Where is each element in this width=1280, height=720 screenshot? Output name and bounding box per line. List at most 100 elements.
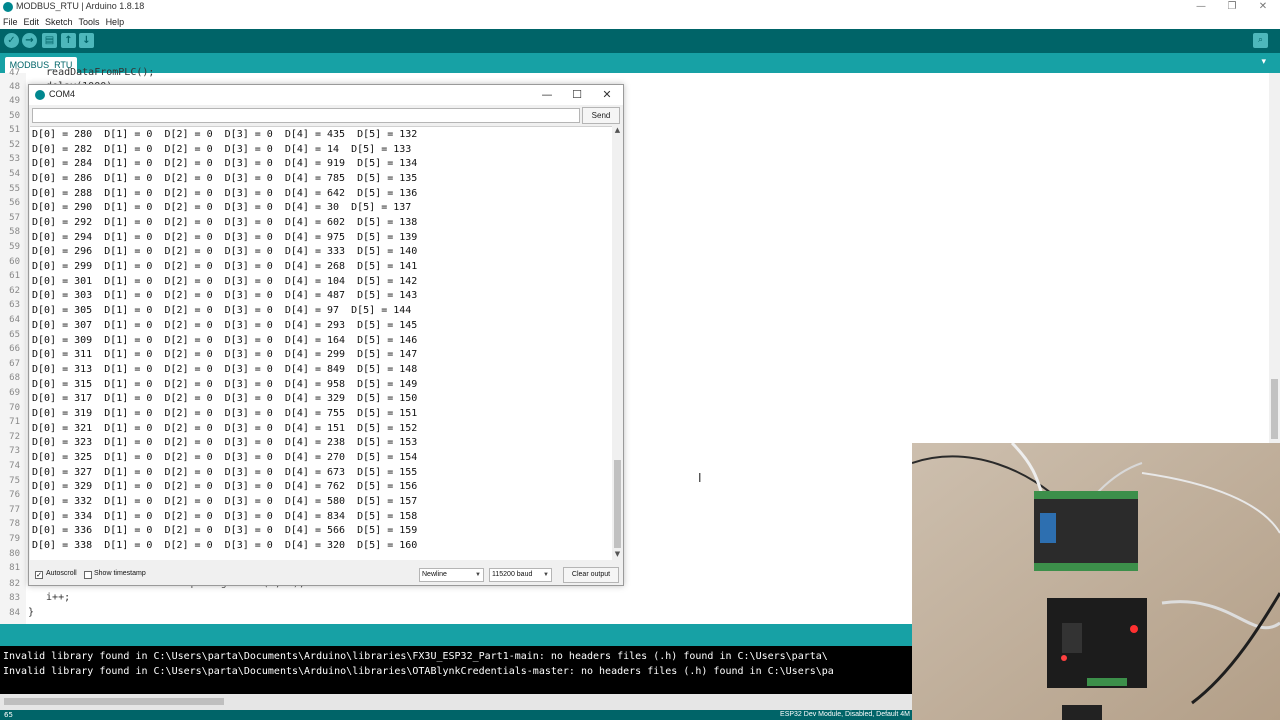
line-number: 60: [9, 256, 20, 267]
serial-monitor-icon[interactable]: ⌕: [1253, 33, 1268, 48]
line-number: 74: [9, 461, 20, 471]
console-line: Invalid library found in C:\Users\parta\…: [3, 651, 828, 662]
serial-output-row: D[0] = 294 D[1] = 0 D[2] = 0 D[3] = 0 D[…: [32, 231, 418, 243]
clear-output-button[interactable]: Clear output: [563, 567, 619, 583]
line-number: 83: [9, 593, 20, 603]
serial-output-row: D[0] = 319 D[1] = 0 D[2] = 0 D[3] = 0 D[…: [32, 407, 418, 419]
serial-output-row: D[0] = 280 D[1] = 0 D[2] = 0 D[3] = 0 D[…: [32, 129, 418, 140]
serial-output-row: D[0] = 290 D[1] = 0 D[2] = 0 D[3] = 0 D[…: [32, 202, 412, 214]
line-number: 67: [9, 358, 20, 369]
autoscroll-checkbox[interactable]: ✓: [35, 571, 43, 579]
serial-output[interactable]: D[0] = 280 D[1] = 0 D[2] = 0 D[3] = 0 D[…: [30, 126, 612, 560]
send-button[interactable]: Send: [582, 107, 620, 124]
verify-button[interactable]: ✓: [4, 33, 19, 48]
line-number: 69: [9, 388, 20, 398]
serial-output-row: D[0] = 284 D[1] = 0 D[2] = 0 D[3] = 0 D[…: [32, 158, 418, 170]
serial-monitor-titlebar[interactable]: COM4 — ☐ ✕: [29, 85, 623, 105]
serial-output-row: D[0] = 313 D[1] = 0 D[2] = 0 D[3] = 0 D[…: [32, 363, 418, 375]
open-sketch-button[interactable]: ↑: [61, 33, 76, 48]
show-timestamp-label: Show timestamp: [94, 570, 146, 577]
line-number: 48: [9, 82, 20, 92]
upload-button[interactable]: →: [22, 33, 37, 48]
restore-button[interactable]: ❐: [1217, 0, 1247, 14]
line-number: 65: [9, 329, 20, 340]
serial-output-row: D[0] = 317 D[1] = 0 D[2] = 0 D[3] = 0 D[…: [32, 393, 418, 405]
serial-output-row: D[0] = 336 D[1] = 0 D[2] = 0 D[3] = 0 D[…: [32, 525, 418, 537]
serial-output-row: D[0] = 299 D[1] = 0 D[2] = 0 D[3] = 0 D[…: [32, 261, 418, 273]
line-number: 54: [9, 169, 20, 179]
line-number: 47: [9, 68, 20, 78]
serial-output-row: D[0] = 325 D[1] = 0 D[2] = 0 D[3] = 0 D[…: [32, 451, 418, 463]
line-number: 75: [9, 475, 20, 486]
serial-minimize-button[interactable]: —: [535, 87, 559, 103]
line-number: 53: [9, 154, 20, 165]
close-button[interactable]: ✕: [1248, 0, 1278, 14]
new-sketch-button[interactable]: ▤: [42, 33, 57, 48]
status-board-info: ESP32 Dev Module, Disabled, Default 4M: [780, 711, 910, 718]
window-titlebar: MODBUS_RTU | Arduino 1.8.18 — ❐ ✕: [0, 0, 1280, 15]
serial-output-row: D[0] = 334 D[1] = 0 D[2] = 0 D[3] = 0 D[…: [32, 510, 418, 522]
toolbar: ✓ → ▤ ↑ ↓ ⌕: [0, 29, 1280, 53]
line-number: 59: [9, 242, 20, 252]
line-number: 66: [9, 344, 20, 355]
serial-scroll-thumb[interactable]: [614, 460, 621, 548]
line-number: 57: [9, 212, 20, 223]
editor-scroll-thumb[interactable]: [1271, 379, 1278, 439]
window-title: MODBUS_RTU | Arduino 1.8.18: [16, 1, 145, 11]
line-number: 71: [9, 417, 20, 428]
checkmark-icon: ✓: [36, 571, 42, 579]
console-line: Invalid library found in C:\Users\parta\…: [3, 666, 834, 677]
serial-maximize-button[interactable]: ☐: [565, 87, 589, 103]
serial-output-row: D[0] = 332 D[1] = 0 D[2] = 0 D[3] = 0 D[…: [32, 496, 418, 507]
serial-output-row: D[0] = 296 D[1] = 0 D[2] = 0 D[3] = 0 D[…: [32, 246, 418, 258]
line-number: 62: [9, 285, 20, 296]
menu-file[interactable]: File: [0, 15, 21, 29]
scroll-down-arrow-icon[interactable]: ▼: [612, 550, 623, 560]
serial-output-row: D[0] = 282 D[1] = 0 D[2] = 0 D[3] = 0 D[…: [32, 143, 412, 155]
serial-input[interactable]: [32, 108, 580, 123]
scroll-up-arrow-icon[interactable]: ▲: [612, 126, 623, 136]
code-line: }: [28, 607, 35, 618]
line-number: 81: [9, 563, 20, 574]
line-number: 50: [9, 110, 20, 121]
line-number: 79: [9, 534, 20, 544]
menu-sketch[interactable]: Sketch: [42, 15, 76, 29]
serial-monitor-footer: ✓ Autoscroll Show timestamp Newline ▼ 11…: [29, 564, 623, 586]
line-ending-value: Newline: [422, 571, 447, 578]
code-line: readDataFromPLC();: [34, 67, 155, 78]
serial-output-row: D[0] = 292 D[1] = 0 D[2] = 0 D[3] = 0 D[…: [32, 217, 418, 229]
line-number: 55: [9, 183, 20, 194]
minimize-button[interactable]: —: [1186, 0, 1216, 14]
baud-rate-select[interactable]: 115200 baud ▼: [489, 568, 552, 582]
line-number: 64: [9, 315, 20, 325]
serial-output-row: D[0] = 323 D[1] = 0 D[2] = 0 D[3] = 0 D[…: [32, 437, 418, 449]
console-scroll-thumb[interactable]: [4, 698, 224, 705]
text-cursor-icon: I: [698, 471, 702, 485]
serial-close-button[interactable]: ✕: [595, 87, 619, 103]
show-timestamp-checkbox[interactable]: [84, 571, 92, 579]
serial-monitor-title: COM4: [49, 89, 76, 99]
line-number: 63: [9, 300, 20, 311]
baud-rate-value: 115200 baud: [492, 571, 533, 578]
line-number: 68: [9, 373, 20, 384]
serial-output-row: D[0] = 315 D[1] = 0 D[2] = 0 D[3] = 0 D[…: [32, 378, 418, 390]
line-number: 51: [9, 125, 20, 136]
save-sketch-button[interactable]: ↓: [79, 33, 94, 48]
autoscroll-label: Autoscroll: [46, 570, 77, 577]
serial-output-row: D[0] = 329 D[1] = 0 D[2] = 0 D[3] = 0 D[…: [32, 481, 418, 493]
line-number: 80: [9, 548, 20, 559]
serial-output-scrollbar[interactable]: ▲ ▼: [612, 126, 623, 560]
tab-menu-icon[interactable]: ▾: [1261, 57, 1266, 67]
menu-tools[interactable]: Tools: [76, 15, 103, 29]
serial-output-row: D[0] = 338 D[1] = 0 D[2] = 0 D[3] = 0 D[…: [32, 540, 418, 552]
menu-edit[interactable]: Edit: [21, 15, 43, 29]
line-number: 56: [9, 198, 20, 209]
line-number: 61: [9, 271, 20, 282]
line-ending-select[interactable]: Newline ▼: [419, 568, 484, 582]
serial-monitor-window: COM4 — ☐ ✕ Send D[0] = 280 D[1] = 0 D[2]…: [28, 84, 624, 586]
menu-help[interactable]: Help: [103, 15, 128, 29]
serial-output-row: D[0] = 307 D[1] = 0 D[2] = 0 D[3] = 0 D[…: [32, 319, 418, 331]
line-number: 82: [9, 579, 20, 589]
serial-output-row: D[0] = 303 D[1] = 0 D[2] = 0 D[3] = 0 D[…: [32, 290, 418, 302]
serial-output-row: D[0] = 321 D[1] = 0 D[2] = 0 D[3] = 0 D[…: [32, 422, 418, 434]
